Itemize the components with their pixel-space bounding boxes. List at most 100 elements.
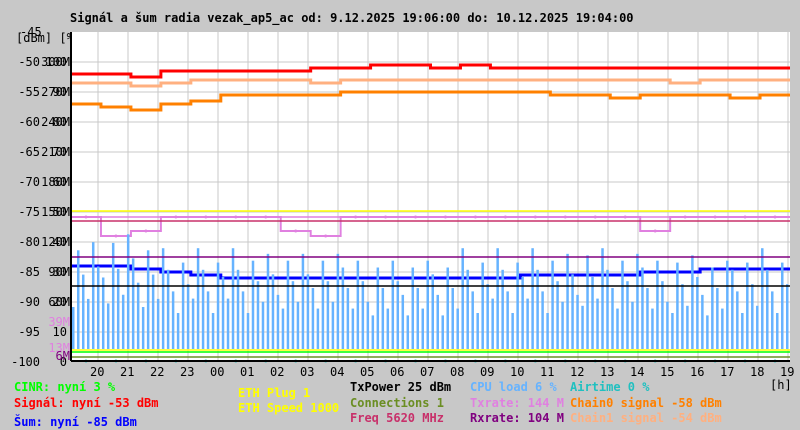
cpu-load-bar <box>676 262 679 349</box>
data-point <box>623 66 627 70</box>
data-point <box>294 229 298 233</box>
data-point <box>773 78 777 82</box>
cpu-load-bar <box>741 313 744 349</box>
cpu-load-bar <box>241 291 245 349</box>
data-point <box>354 90 358 94</box>
cpu-load-bar <box>391 260 395 349</box>
cpu-load-bar <box>711 267 714 349</box>
cpu-load-bar <box>486 284 489 349</box>
data-point <box>743 78 747 82</box>
data-point <box>144 229 148 233</box>
cpu-load-bar <box>396 281 400 349</box>
data-point <box>414 90 418 94</box>
data-point <box>743 96 747 100</box>
cpu-load-bar <box>236 269 240 349</box>
data-point <box>503 90 507 94</box>
cpu-load-bar <box>361 281 365 349</box>
cpu-load-bar <box>356 260 360 349</box>
data-point <box>533 78 537 82</box>
x-tick-label: 20 <box>90 365 105 379</box>
cpu-load-bar <box>156 298 160 349</box>
data-point <box>114 264 118 268</box>
x-tick-label: 23 <box>180 365 195 379</box>
data-point <box>473 276 477 280</box>
cpu-load-bar <box>346 288 350 349</box>
cpu-load-bar <box>186 284 190 349</box>
cpu-load-bar <box>401 294 405 349</box>
cpu-load-bar <box>596 298 599 349</box>
data-point <box>204 273 208 277</box>
data-point <box>84 81 88 85</box>
data-point <box>204 99 208 103</box>
data-point <box>294 78 298 82</box>
legend-txpower: TxPower 25 dBm <box>350 380 452 394</box>
data-point <box>593 93 597 97</box>
data-point <box>773 66 777 70</box>
legend-freq: Freq 5620 MHz <box>350 411 444 425</box>
cpu-load-bar <box>781 262 784 349</box>
data-point <box>593 273 597 277</box>
cpu-load-bar <box>516 262 519 349</box>
cpu-load-bar <box>441 315 444 349</box>
data-point <box>473 90 477 94</box>
legend-noise: Šum: nyní -85 dBm <box>14 415 137 429</box>
cpu-load-bar <box>136 282 140 349</box>
cpu-load-bar <box>586 255 589 349</box>
cpu-load-bar <box>696 277 699 349</box>
cpu-load-bar <box>91 242 95 349</box>
data-point <box>114 72 118 76</box>
data-point <box>563 93 567 97</box>
data-point <box>623 273 627 277</box>
legend-cinr: CINR: nyní 3 % <box>14 380 116 394</box>
data-point <box>713 66 717 70</box>
cpu-load-bar <box>466 269 469 349</box>
x-tick-label: 06 <box>390 365 405 379</box>
cpu-load-bar <box>601 248 604 349</box>
data-point <box>234 69 238 73</box>
legend-airtime: Airtime 0 % <box>570 380 650 394</box>
data-point <box>294 276 298 280</box>
data-point <box>204 69 208 73</box>
cpu-load-bar <box>761 248 764 349</box>
cpu-load-bar <box>626 281 629 349</box>
x-tick-label: 02 <box>270 365 285 379</box>
legend-signal: Signál: nyní -53 dBm <box>14 396 159 410</box>
data-point <box>324 81 328 85</box>
cpu-load-bar <box>421 308 425 349</box>
data-point <box>563 66 567 70</box>
data-point <box>683 81 687 85</box>
cpu-load-bar <box>286 260 290 349</box>
data-point <box>653 93 657 97</box>
legend-cpu: CPU load 6 % <box>470 380 557 394</box>
cpu-load-bar <box>471 291 474 349</box>
cpu-load-bar <box>681 284 684 349</box>
data-point <box>234 93 238 97</box>
x-unit-label: [h] <box>770 378 792 392</box>
cpu-load-bar <box>321 260 325 349</box>
cpu-load-bar <box>456 308 459 349</box>
x-tick-label: 16 <box>690 365 705 379</box>
data-point <box>354 78 358 82</box>
cpu-load-bar <box>536 269 539 349</box>
data-point <box>473 63 477 67</box>
data-point <box>384 90 388 94</box>
data-point <box>324 93 328 97</box>
cpu-load-bar <box>231 248 235 349</box>
cpu-load-bar <box>541 291 544 349</box>
cpu-load-bar <box>766 269 769 349</box>
cpu-load-bar <box>161 248 165 349</box>
data-point <box>473 78 477 82</box>
cpu-load-bar <box>101 277 105 349</box>
cpu-load-bar <box>656 260 659 349</box>
x-tick-label: 10 <box>510 365 525 379</box>
data-point <box>533 90 537 94</box>
data-point <box>324 66 328 70</box>
cpu-load-bar <box>481 262 484 349</box>
x-tick-label: 07 <box>420 365 435 379</box>
cpu-load-bar <box>631 301 634 349</box>
data-point <box>414 63 418 67</box>
data-point <box>563 78 567 82</box>
cpu-load-bar <box>491 298 494 349</box>
cpu-load-bar <box>166 269 170 349</box>
cpu-load-bar <box>351 308 355 349</box>
